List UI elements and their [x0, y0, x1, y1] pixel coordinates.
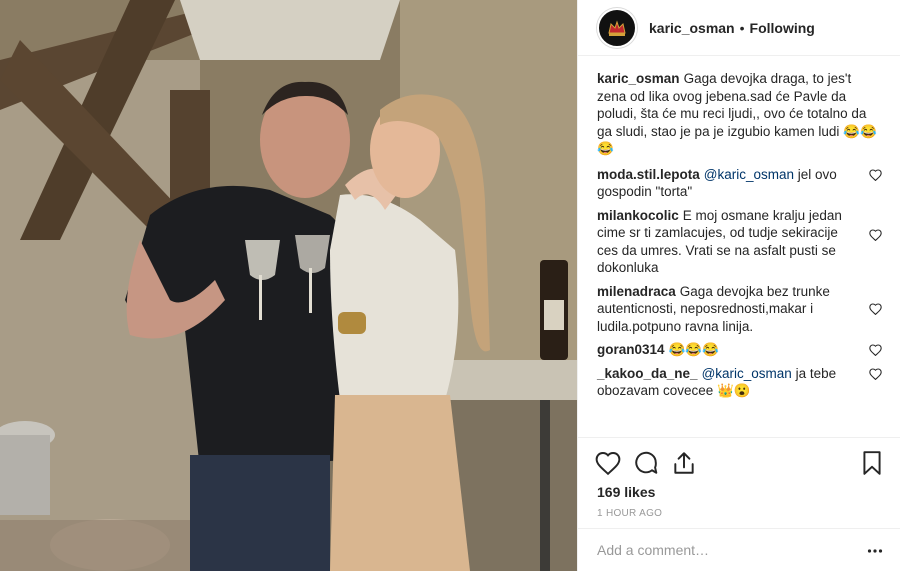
- heart-icon[interactable]: [869, 344, 882, 356]
- photo-illustration: [0, 0, 577, 571]
- post-details-panel: karic_osman • Following karic_osman Gaga …: [577, 0, 900, 571]
- list-item: moda.stil.lepota @karic_osman jel ovo gos…: [597, 166, 882, 201]
- crown-icon: [608, 19, 626, 36]
- comment-username[interactable]: milankocolic: [597, 208, 679, 223]
- header-username[interactable]: karic_osman: [649, 20, 735, 36]
- heart-icon[interactable]: [869, 367, 882, 380]
- comment-input[interactable]: [597, 542, 837, 558]
- list-item: milenadraca Gaga devojka bez trunke auten…: [597, 283, 882, 336]
- comment-username[interactable]: _kakoo_da_ne_: [597, 366, 698, 381]
- list-item: milankocolic E moj osmane kralju jedan ci…: [597, 207, 882, 277]
- comment-text: 😂😂😂: [668, 342, 719, 357]
- caption-username[interactable]: karic_osman: [597, 71, 680, 86]
- comment-mention[interactable]: @karic_osman: [702, 366, 792, 381]
- instagram-post: karic_osman • Following karic_osman Gaga …: [0, 0, 900, 571]
- share-icon[interactable]: [671, 450, 697, 476]
- comment-mention[interactable]: @karic_osman: [704, 167, 794, 182]
- post-photo[interactable]: [0, 0, 577, 571]
- caption: karic_osman Gaga devojka draga, to jes't …: [597, 70, 882, 158]
- comment-username[interactable]: moda.stil.lepota: [597, 167, 700, 182]
- heart-icon[interactable]: [869, 302, 882, 315]
- header-separator: •: [739, 19, 745, 36]
- post-timestamp[interactable]: 1 HOUR AGO: [597, 508, 662, 519]
- avatar[interactable]: [597, 7, 637, 48]
- post-actions: [578, 437, 900, 487]
- comment-username[interactable]: goran0314: [597, 342, 665, 357]
- add-comment-bar: [578, 528, 900, 571]
- comments-list: karic_osman Gaga devojka draga, to jes't …: [578, 70, 900, 406]
- heart-icon[interactable]: [595, 450, 621, 476]
- bookmark-icon[interactable]: [859, 450, 885, 476]
- list-item: _kakoo_da_ne_ @karic_osman ja tebe obozav…: [597, 365, 882, 400]
- heart-icon[interactable]: [869, 228, 882, 241]
- following-button[interactable]: Following: [750, 20, 815, 36]
- list-item: goran0314 😂😂😂: [597, 341, 882, 359]
- comment-username[interactable]: milenadraca: [597, 284, 676, 299]
- post-header: karic_osman • Following: [578, 0, 900, 56]
- more-icon[interactable]: [867, 543, 883, 559]
- speech-bubble-icon[interactable]: [633, 450, 659, 476]
- heart-icon[interactable]: [869, 168, 882, 181]
- likes-count[interactable]: 169 likes: [597, 484, 655, 500]
